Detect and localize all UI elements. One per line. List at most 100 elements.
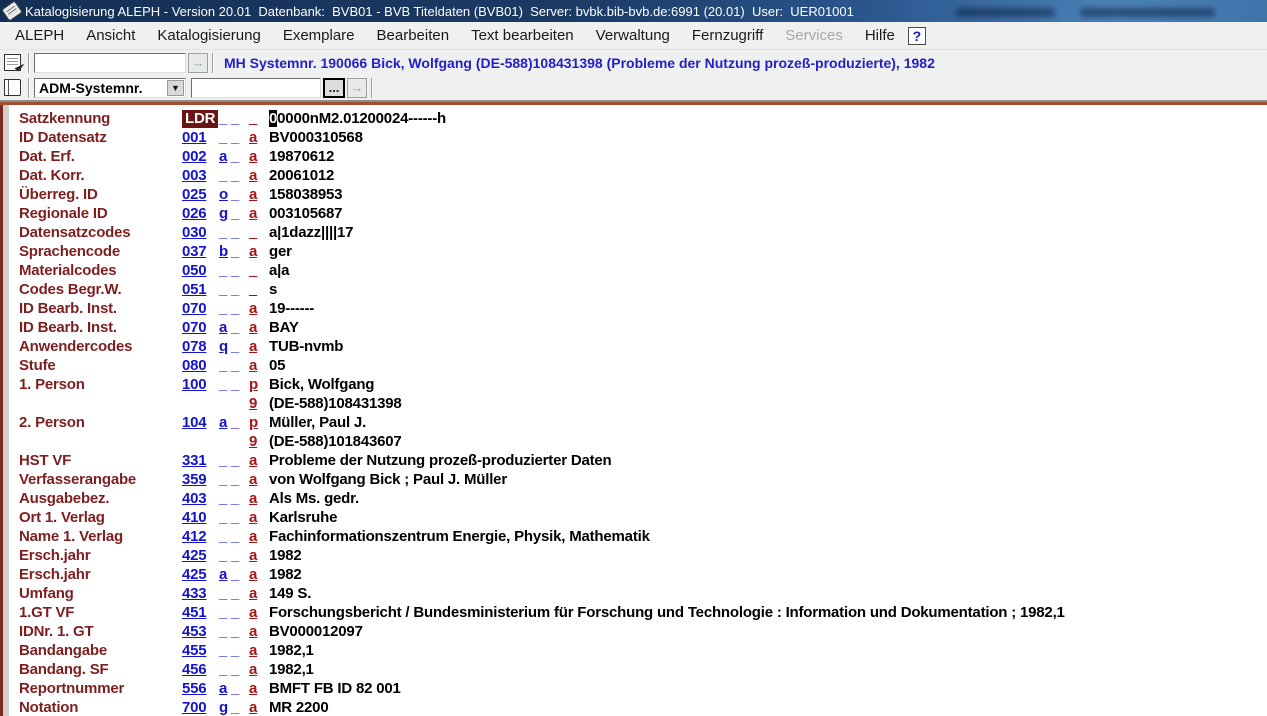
field-value[interactable]: 19870612 [269, 147, 1267, 166]
record-row[interactable]: Stufe080__a05 [19, 356, 1267, 375]
record-row[interactable]: ID Bearb. Inst.070__a19------ [19, 299, 1267, 318]
record-row[interactable]: HST VF331__aProbleme der Nutzung prozeß-… [19, 451, 1267, 470]
record-row[interactable]: Ersch.jahr425a_a1982 [19, 565, 1267, 584]
field-value[interactable]: (DE-588)108431398 [269, 394, 1267, 413]
field-value[interactable]: 1982,1 [269, 660, 1267, 679]
menu-item-ansicht[interactable]: Ansicht [75, 24, 146, 47]
field-value[interactable]: Karlsruhe [269, 508, 1267, 527]
field-value[interactable]: von Wolfgang Bick ; Paul J. Müller [269, 470, 1267, 489]
record-row[interactable]: Verfasserangabe359__avon Wolfgang Bick ;… [19, 470, 1267, 489]
field-value[interactable]: 149 S. [269, 584, 1267, 603]
field-tag[interactable]: 050 [182, 261, 219, 280]
field-tag[interactable]: 070 [182, 318, 219, 337]
field-tag[interactable]: 700 [182, 698, 219, 716]
field-tag[interactable]: 070 [182, 299, 219, 318]
field-tag[interactable]: 425 [182, 546, 219, 565]
record-row[interactable]: 2. Person104a_pMüller, Paul J. [19, 413, 1267, 432]
field-tag[interactable]: 451 [182, 603, 219, 622]
menu-item-aleph[interactable]: ALEPH [4, 24, 75, 47]
field-value[interactable]: ger [269, 242, 1267, 261]
menu-item-fernzugriff[interactable]: Fernzugriff [681, 24, 774, 47]
field-value[interactable]: 1982 [269, 565, 1267, 584]
field-tag[interactable]: 080 [182, 356, 219, 375]
field-value[interactable]: BAY [269, 318, 1267, 337]
field-value[interactable]: Als Ms. gedr. [269, 489, 1267, 508]
field-value[interactable]: 20061012 [269, 166, 1267, 185]
field-value[interactable]: MR 2200 [269, 698, 1267, 716]
field-tag[interactable]: 026 [182, 204, 219, 223]
go-arrow-button-disabled[interactable]: → [347, 78, 367, 98]
record-row[interactable]: SatzkennungLDR___00000nM2.01200024------… [19, 109, 1267, 128]
record-row[interactable]: 9(DE-588)108431398 [19, 394, 1267, 413]
adm-number-input[interactable] [191, 78, 321, 98]
field-value[interactable]: 003105687 [269, 204, 1267, 223]
record-row[interactable]: Bandangabe455__a1982,1 [19, 641, 1267, 660]
field-tag[interactable] [182, 432, 219, 451]
field-tag[interactable]: 453 [182, 622, 219, 641]
field-tag[interactable]: 001 [182, 128, 219, 147]
field-value[interactable]: a|1dazz||||17 [269, 223, 1267, 242]
record-row[interactable]: Umfang433__a149 S. [19, 584, 1267, 603]
record-row[interactable]: Codes Begr.W.051___s [19, 280, 1267, 299]
field-value[interactable]: Fachinformationszentrum Energie, Physik,… [269, 527, 1267, 546]
record-row[interactable]: Anwendercodes078q_aTUB-nvmb [19, 337, 1267, 356]
field-tag[interactable]: 556 [182, 679, 219, 698]
record-row[interactable]: 1. Person100__pBick, Wolfgang [19, 375, 1267, 394]
chevron-down-icon[interactable]: ▼ [167, 80, 184, 96]
record-search-input[interactable] [34, 53, 186, 73]
menu-item-exemplare[interactable]: Exemplare [272, 24, 366, 47]
field-tag[interactable]: 331 [182, 451, 219, 470]
field-value[interactable]: 1982 [269, 546, 1267, 565]
field-tag[interactable]: 104 [182, 413, 219, 432]
menu-item-hilfe[interactable]: Hilfe [854, 24, 906, 47]
field-value[interactable]: BV000012097 [269, 622, 1267, 641]
record-book-icon[interactable] [4, 79, 21, 96]
record-row[interactable]: 9(DE-588)101843607 [19, 432, 1267, 451]
menu-item-bearbeiten[interactable]: Bearbeiten [366, 24, 461, 47]
field-tag[interactable]: 412 [182, 527, 219, 546]
field-tag[interactable]: 003 [182, 166, 219, 185]
field-value[interactable]: 158038953 [269, 185, 1267, 204]
field-tag[interactable]: 037 [182, 242, 219, 261]
field-tag[interactable]: 410 [182, 508, 219, 527]
record-row[interactable]: Ort 1. Verlag410__aKarlsruhe [19, 508, 1267, 527]
record-row[interactable]: Datensatzcodes030___a|1dazz||||17 [19, 223, 1267, 242]
field-tag[interactable]: 030 [182, 223, 219, 242]
field-tag[interactable]: 455 [182, 641, 219, 660]
field-tag[interactable]: LDR [182, 110, 218, 128]
field-value[interactable]: (DE-588)101843607 [269, 432, 1267, 451]
field-tag[interactable]: 002 [182, 147, 219, 166]
field-tag[interactable]: 359 [182, 470, 219, 489]
menu-item-text-bearbeiten[interactable]: Text bearbeiten [460, 24, 585, 47]
record-row[interactable]: Notation700g_aMR 2200 [19, 698, 1267, 716]
field-value[interactable]: Bick, Wolfgang [269, 375, 1267, 394]
record-row[interactable]: Überreg. ID025o_a158038953 [19, 185, 1267, 204]
field-tag[interactable]: 051 [182, 280, 219, 299]
help-icon[interactable]: ? [908, 27, 926, 45]
menu-item-katalogisierung[interactable]: Katalogisierung [146, 24, 271, 47]
field-tag[interactable]: 433 [182, 584, 219, 603]
field-value[interactable]: 19------ [269, 299, 1267, 318]
menu-item-services[interactable]: Services [774, 24, 854, 47]
field-value[interactable]: a|a [269, 261, 1267, 280]
field-tag[interactable]: 025 [182, 185, 219, 204]
record-row[interactable]: Ersch.jahr425__a1982 [19, 546, 1267, 565]
field-value[interactable]: BMFT FB ID 82 001 [269, 679, 1267, 698]
field-tag[interactable]: 425 [182, 565, 219, 584]
field-value[interactable]: BV000310568 [269, 128, 1267, 147]
field-tag[interactable]: 456 [182, 660, 219, 679]
field-value[interactable]: s [269, 280, 1267, 299]
field-value[interactable]: TUB-nvmb [269, 337, 1267, 356]
record-row[interactable]: Bandang. SF456__a1982,1 [19, 660, 1267, 679]
record-row[interactable]: Regionale ID026g_a003105687 [19, 204, 1267, 223]
record-row[interactable]: 1.GT VF451__aForschungsbericht / Bundesm… [19, 603, 1267, 622]
field-tag[interactable]: 403 [182, 489, 219, 508]
go-arrow-button[interactable]: → [188, 53, 208, 73]
record-row[interactable]: Ausgabebez.403__aAls Ms. gedr. [19, 489, 1267, 508]
record-row[interactable]: ID Bearb. Inst.070a_aBAY [19, 318, 1267, 337]
field-tag[interactable] [182, 394, 219, 413]
field-value[interactable]: Müller, Paul J. [269, 413, 1267, 432]
field-value[interactable]: 00000nM2.01200024------h [269, 109, 1267, 128]
record-row[interactable]: ID Datensatz001__aBV000310568 [19, 128, 1267, 147]
browse-ellipsis-button[interactable]: ... [323, 78, 345, 98]
